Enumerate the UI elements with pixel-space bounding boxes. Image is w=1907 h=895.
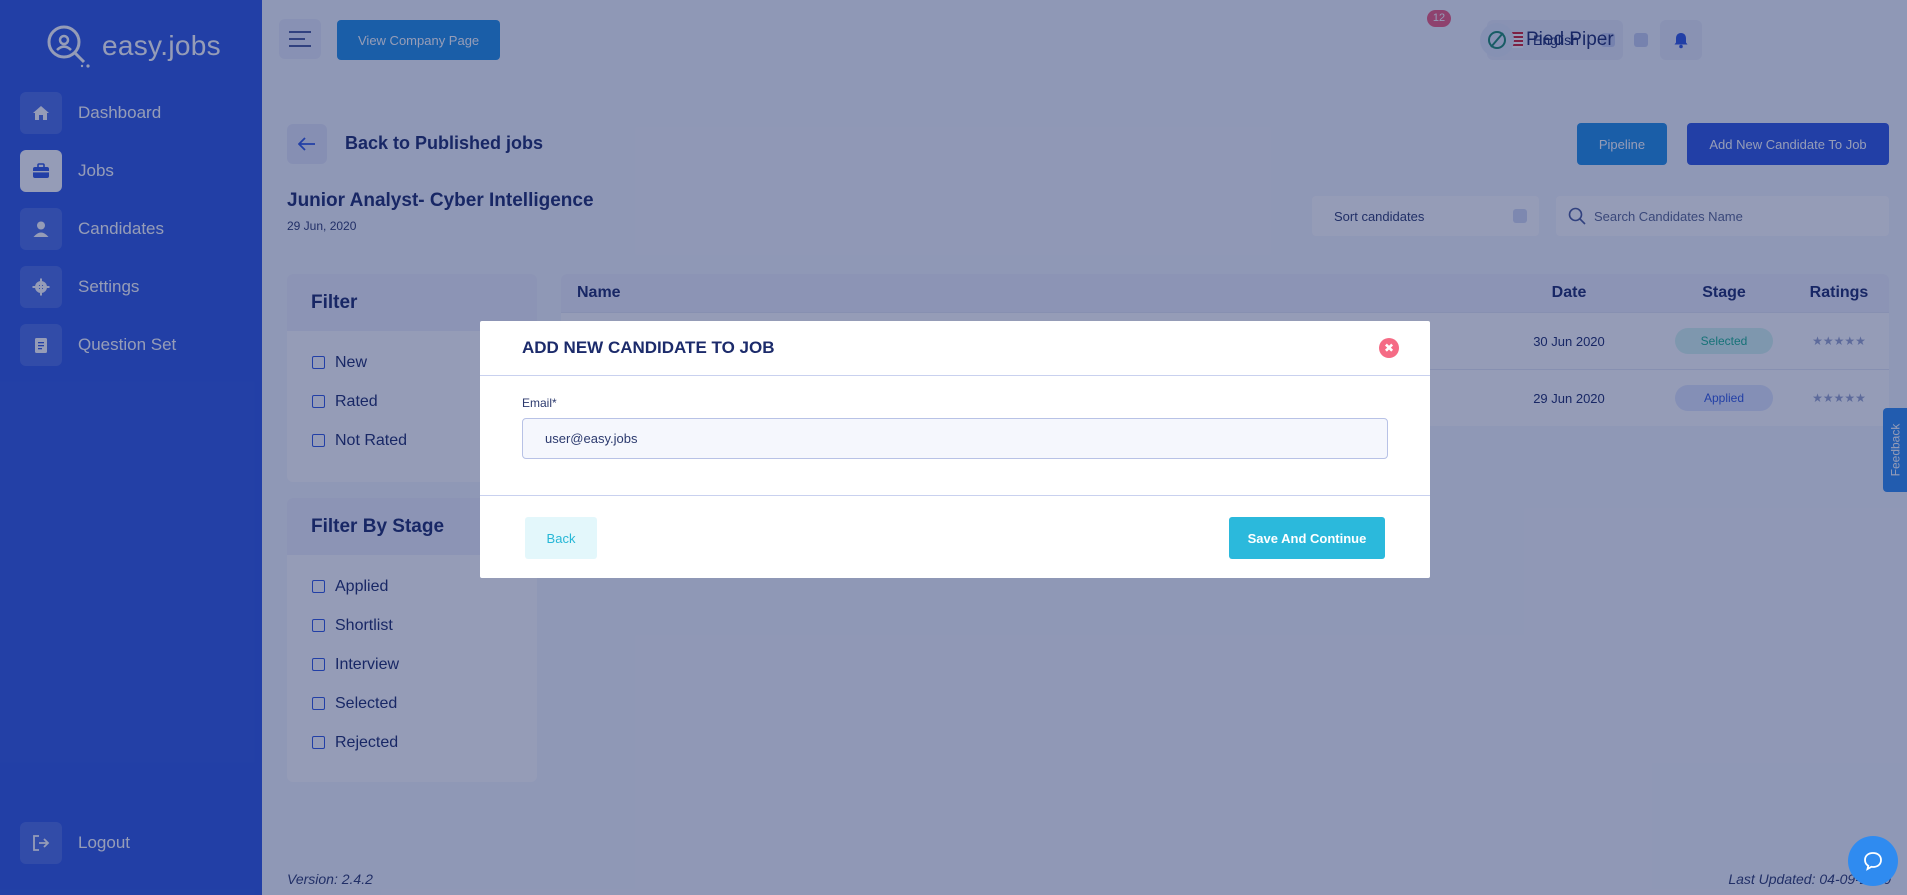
back-button[interactable]: Back xyxy=(525,517,597,559)
email-label: Email* xyxy=(522,396,557,410)
save-and-continue-button[interactable]: Save And Continue xyxy=(1229,517,1385,559)
modal-title: ADD NEW CANDIDATE TO JOB xyxy=(480,321,1430,376)
chat-icon xyxy=(1864,852,1882,871)
close-icon[interactable]: ✖ xyxy=(1379,338,1399,358)
add-candidate-modal: ADD NEW CANDIDATE TO JOB ✖ Email* Back S… xyxy=(480,321,1430,578)
modal-body: Email* xyxy=(480,376,1430,496)
email-field[interactable] xyxy=(522,418,1388,459)
chat-support-button[interactable] xyxy=(1848,836,1898,886)
